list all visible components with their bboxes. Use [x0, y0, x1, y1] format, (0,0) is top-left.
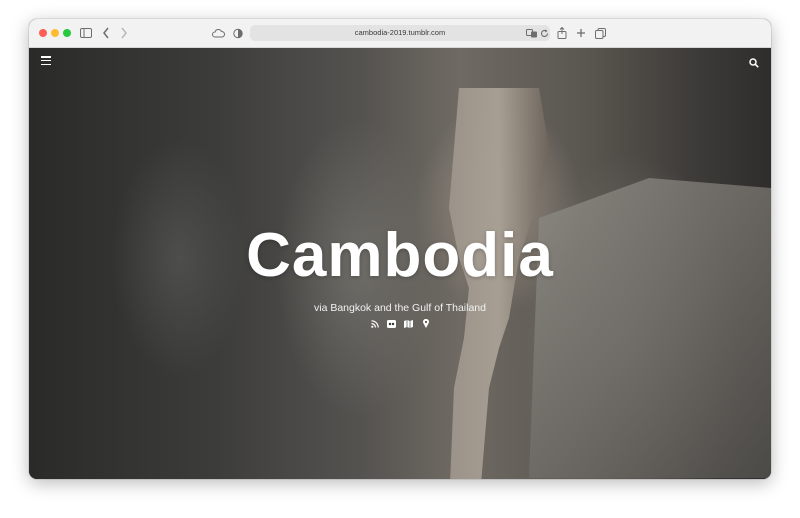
- zoom-window-button[interactable]: [63, 29, 71, 37]
- blog-title: Cambodia: [246, 221, 554, 290]
- new-tab-icon[interactable]: [574, 26, 588, 40]
- share-icon[interactable]: [555, 26, 569, 40]
- back-icon[interactable]: [99, 26, 113, 40]
- social-links: [29, 319, 771, 328]
- minimize-window-button[interactable]: [51, 29, 59, 37]
- tabs-overview-icon[interactable]: [593, 26, 607, 40]
- privacy-shield-icon[interactable]: [231, 26, 245, 40]
- hero-image: Cambodia via Bangkok and the Gulf of Tha…: [29, 48, 771, 479]
- url-text: cambodia-2019.tumblr.com: [354, 28, 446, 37]
- map-icon[interactable]: [404, 319, 413, 328]
- search-icon[interactable]: [749, 55, 759, 68]
- menu-icon[interactable]: [41, 56, 51, 66]
- forward-icon[interactable]: [117, 26, 131, 40]
- blog-subtitle: via Bangkok and the Gulf of Thailand: [313, 302, 486, 314]
- reload-icon[interactable]: [537, 26, 551, 40]
- browser-toolbar: cambodia-2019.tumblr.com: [29, 19, 771, 48]
- icloud-icon[interactable]: [211, 26, 225, 40]
- flickr-icon[interactable]: [387, 319, 396, 328]
- location-pin-icon[interactable]: [421, 319, 430, 328]
- address-bar[interactable]: cambodia-2019.tumblr.com: [250, 25, 550, 41]
- sidebar-icon[interactable]: [79, 26, 93, 40]
- browser-window: cambodia-2019.tumblr.com Cambodia via Ba…: [29, 19, 771, 479]
- close-window-button[interactable]: [39, 29, 47, 37]
- rss-icon[interactable]: [370, 319, 379, 328]
